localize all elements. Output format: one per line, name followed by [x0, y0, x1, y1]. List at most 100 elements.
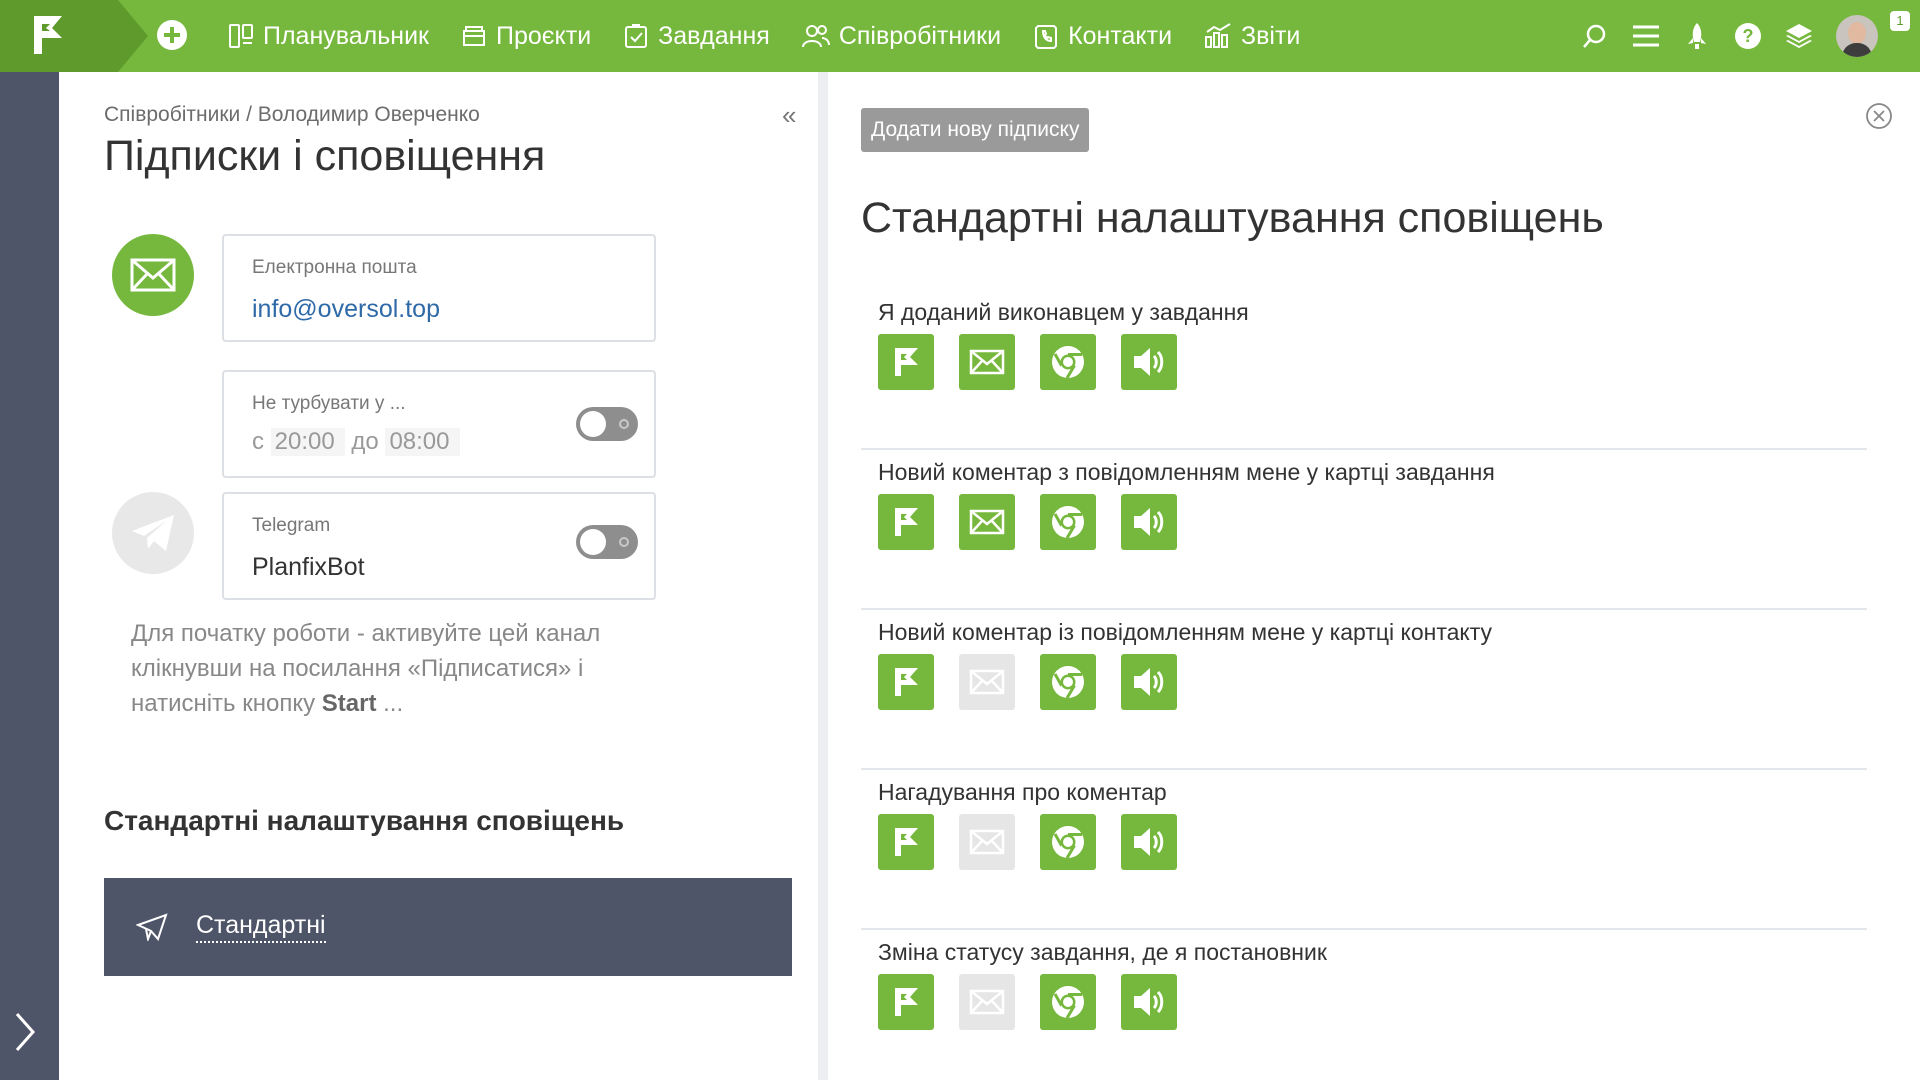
planfix-channel-button[interactable]	[878, 814, 934, 870]
planfix-logo-icon	[889, 345, 923, 379]
planfix-logo-icon	[889, 665, 923, 699]
speaker-icon	[1131, 666, 1167, 698]
planfix-logo-icon	[889, 505, 923, 539]
nav-item-projects[interactable]: Проєкти	[461, 22, 591, 51]
help-text-tail: ...	[376, 690, 404, 717]
channel-buttons	[878, 974, 1202, 1030]
browser-channel-button[interactable]	[1040, 494, 1096, 550]
notification-row: Я доданий виконавцем у завдання	[861, 290, 1867, 450]
email-channel-button[interactable]	[959, 494, 1015, 550]
sound-channel-button[interactable]	[1121, 654, 1177, 710]
logo[interactable]	[0, 0, 118, 72]
close-icon[interactable]	[1865, 102, 1893, 130]
notification-row: Новий коментар з повідомленням мене у ка…	[861, 450, 1867, 610]
add-button[interactable]	[157, 20, 187, 50]
layers-icon[interactable]	[1785, 22, 1813, 50]
collapse-panel-icon[interactable]: «	[782, 100, 796, 131]
notification-label: Зміна статусу завдання, де я постановник	[878, 939, 1327, 965]
dnd-toggle[interactable]	[576, 407, 638, 441]
nav-label: Планувальник	[263, 21, 429, 50]
paper-plane-icon	[136, 913, 168, 941]
planfix-logo-icon	[889, 985, 923, 1019]
notification-label: Новий коментар з повідомленням мене у ка…	[878, 459, 1495, 485]
nav-label: Завдання	[658, 21, 770, 50]
notification-row: Нагадування про коментар	[861, 770, 1867, 930]
section-title: Стандартні налаштування сповіщень	[104, 805, 625, 836]
chevron-right-icon[interactable]	[12, 1010, 38, 1054]
channel-buttons	[878, 814, 1202, 870]
chrome-icon	[1050, 984, 1086, 1020]
profile-standard[interactable]: Стандартні	[104, 878, 792, 976]
search-icon[interactable]	[1581, 22, 1609, 50]
email-value[interactable]: info@oversol.top	[252, 295, 440, 324]
sound-channel-button[interactable]	[1121, 494, 1177, 550]
email-channel-button[interactable]	[959, 334, 1015, 390]
email-channel-button[interactable]	[959, 814, 1015, 870]
planfix-channel-button[interactable]	[878, 334, 934, 390]
browser-channel-button[interactable]	[1040, 654, 1096, 710]
breadcrumb[interactable]: Співробітники / Володимир Оверченко	[104, 103, 480, 127]
speaker-icon	[1131, 506, 1167, 538]
left-rail	[0, 72, 59, 1080]
speaker-icon	[1131, 986, 1167, 1018]
notification-label: Нагадування про коментар	[878, 779, 1167, 805]
planfix-channel-button[interactable]	[878, 974, 934, 1030]
telegram-channel-icon	[112, 492, 194, 574]
projects-icon	[463, 26, 485, 46]
browser-channel-button[interactable]	[1040, 974, 1096, 1030]
add-subscription-button[interactable]: Додати нову підписку	[861, 108, 1090, 152]
page-title: Підписки і сповіщення	[104, 132, 546, 180]
rocket-icon[interactable]	[1683, 22, 1711, 50]
nav-item-employees[interactable]: Співробітники	[801, 21, 1002, 51]
telegram-icon	[132, 515, 174, 551]
telegram-card: Telegram PlanfixBot	[222, 492, 656, 600]
reports-icon	[1205, 23, 1231, 48]
email-card[interactable]: Електронна пошта info@oversol.top	[222, 234, 656, 342]
sound-channel-button[interactable]	[1121, 334, 1177, 390]
channel-buttons	[878, 494, 1202, 550]
envelope-icon	[130, 258, 176, 292]
help-icon[interactable]: ?	[1734, 22, 1762, 50]
chrome-icon	[1050, 824, 1086, 860]
telegram-toggle[interactable]	[576, 525, 638, 559]
help-text-bold: Start	[321, 690, 377, 717]
planfix-channel-button[interactable]	[878, 494, 934, 550]
envelope-icon	[969, 989, 1005, 1015]
nav-label: Проєкти	[496, 21, 592, 50]
notification-label: Я доданий виконавцем у завдання	[878, 299, 1249, 325]
envelope-icon	[969, 349, 1005, 375]
envelope-icon	[969, 829, 1005, 855]
profile-label[interactable]: Стандартні	[196, 911, 326, 943]
telegram-value: PlanfixBot	[252, 553, 365, 581]
dnd-to-input[interactable]: 08:00	[385, 428, 460, 456]
email-label: Електронна пошта	[252, 257, 417, 278]
speaker-icon	[1131, 826, 1167, 858]
settings-title: Стандартні налаштування сповіщень	[861, 194, 1604, 242]
chrome-icon	[1050, 344, 1086, 380]
sound-channel-button[interactable]	[1121, 974, 1177, 1030]
browser-channel-button[interactable]	[1040, 334, 1096, 390]
nav-item-reports[interactable]: Звіти	[1204, 22, 1300, 51]
avatar[interactable]	[1836, 15, 1878, 57]
sound-channel-button[interactable]	[1121, 814, 1177, 870]
dnd-label: Не турбувати у ...	[252, 393, 406, 414]
email-channel-button[interactable]	[959, 654, 1015, 710]
dnd-from-input[interactable]: 20:00	[270, 428, 345, 456]
nav-label: Звіти	[1241, 21, 1301, 50]
planfix-channel-button[interactable]	[878, 654, 934, 710]
email-channel-button[interactable]	[959, 974, 1015, 1030]
tasks-icon	[625, 24, 648, 48]
employees-icon	[801, 25, 830, 48]
notification-badge[interactable]: 1	[1890, 11, 1910, 31]
planfix-logo-icon	[889, 825, 923, 859]
menu-icon[interactable]	[1632, 22, 1660, 50]
nav-label: Співробітники	[838, 21, 1002, 50]
nav-item-contacts[interactable]: Контакти	[1033, 22, 1172, 51]
top-bar: Планувальник Проєкти Завдання Співробітн…	[0, 0, 1920, 72]
email-channel-icon	[112, 234, 194, 316]
chrome-icon	[1050, 504, 1086, 540]
nav-item-tasks[interactable]: Завдання	[623, 22, 770, 51]
nav-item-planner[interactable]: Планувальник	[228, 22, 429, 51]
browser-channel-button[interactable]	[1040, 814, 1096, 870]
telegram-label: Telegram	[252, 515, 331, 536]
